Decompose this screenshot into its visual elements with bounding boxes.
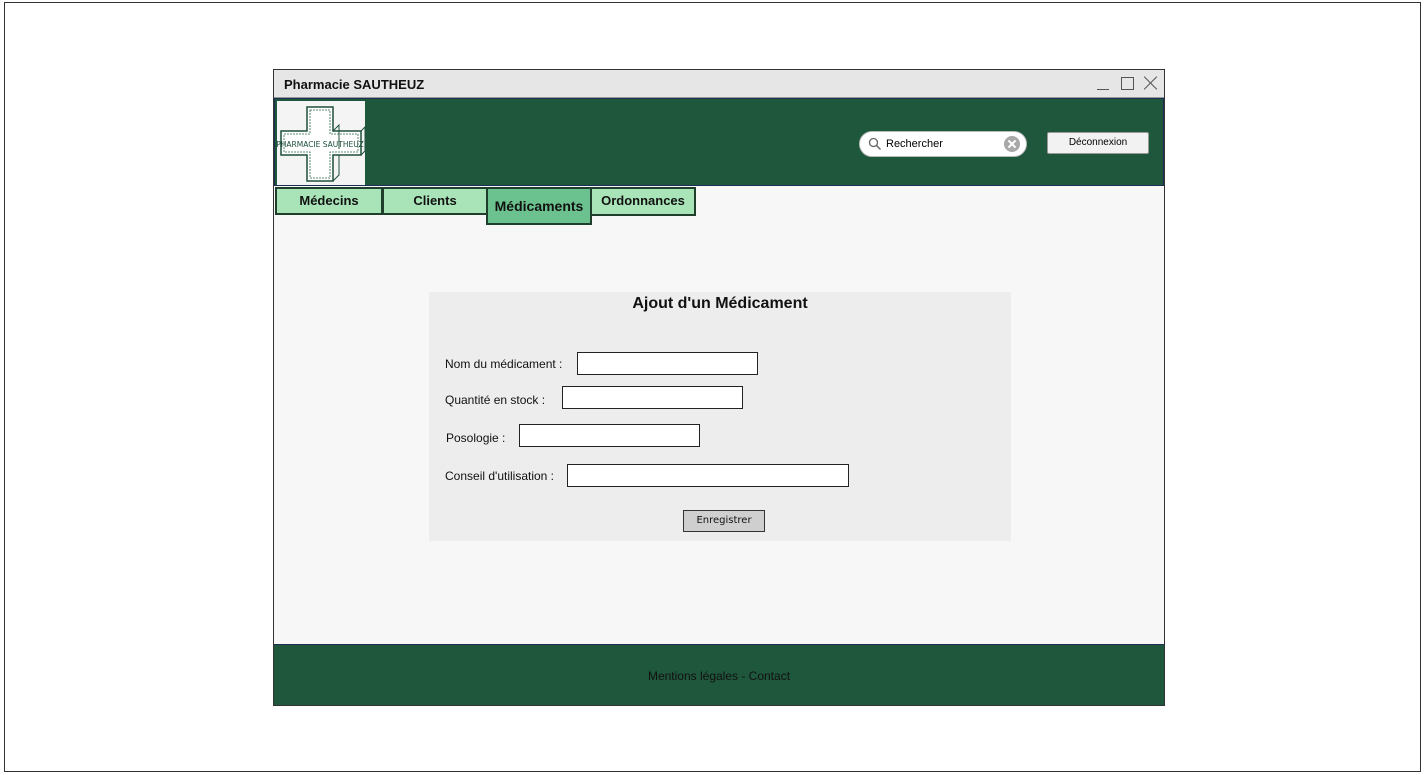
header-bar: PHARMACIE SAUTHEUZ Rechercher Déconnexio… [274, 98, 1164, 186]
medicine-name-label: Nom du médicament : [445, 357, 563, 371]
footer-bar: Mentions légales - Contact [274, 644, 1164, 705]
tab-medecins[interactable]: Médecins [275, 187, 383, 215]
stock-quantity-field[interactable] [562, 386, 743, 409]
add-medicine-form: Ajout d'un Médicament Nom du médicament … [429, 292, 1011, 541]
maximize-icon[interactable] [1118, 74, 1136, 92]
save-button[interactable]: Enregistrer [683, 510, 765, 532]
footer-links[interactable]: Mentions légales - Contact [274, 669, 1164, 683]
tab-label: Médicaments [494, 198, 584, 214]
logout-button[interactable]: Déconnexion [1047, 132, 1149, 154]
stock-quantity-label: Quantité en stock : [445, 393, 546, 407]
minimize-icon[interactable] [1094, 74, 1112, 92]
pharmacy-logo: PHARMACIE SAUTHEUZ [276, 101, 366, 185]
close-icon[interactable] [1142, 74, 1160, 92]
app-window: Pharmacie SAUTHEUZ PHARMACIE SAUTHEUZ Re… [273, 69, 1165, 706]
search-icon [868, 137, 882, 151]
tab-label: Médecins [299, 193, 359, 208]
tab-clients[interactable]: Clients [382, 187, 488, 215]
clear-search-icon[interactable] [1004, 136, 1020, 152]
window-title: Pharmacie SAUTHEUZ [284, 77, 425, 92]
tab-medicaments[interactable]: Médicaments [486, 187, 592, 225]
dosage-label: Posologie : [446, 431, 506, 445]
tab-label: Ordonnances [601, 193, 685, 208]
form-title: Ajout d'un Médicament [632, 295, 808, 312]
tab-ordonnances[interactable]: Ordonnances [590, 187, 696, 216]
logo-text: PHARMACIE SAUTHEUZ [277, 140, 364, 149]
usage-advice-label: Conseil d'utilisation : [445, 469, 555, 483]
tab-label: Clients [413, 193, 457, 208]
medicine-name-field[interactable] [577, 352, 758, 375]
dosage-field[interactable] [519, 424, 700, 447]
usage-advice-field[interactable] [567, 464, 849, 487]
window-controls [1094, 74, 1160, 92]
search-box[interactable]: Rechercher [859, 131, 1027, 157]
search-input[interactable]: Rechercher [886, 138, 943, 150]
title-bar: Pharmacie SAUTHEUZ [274, 70, 1164, 98]
